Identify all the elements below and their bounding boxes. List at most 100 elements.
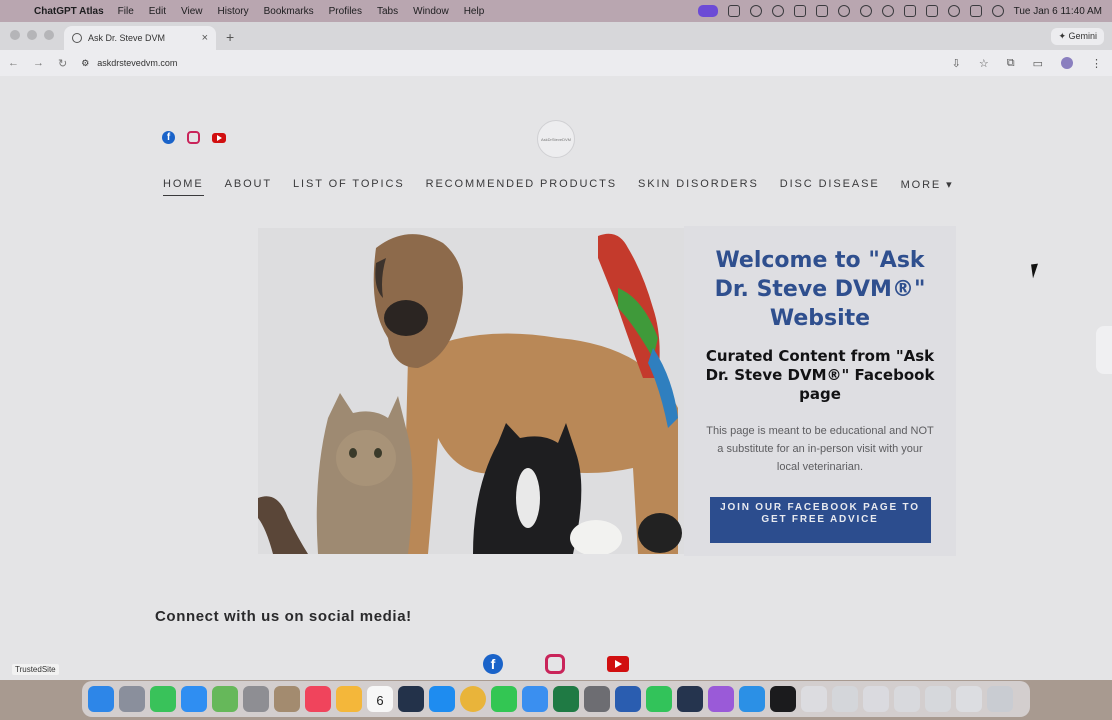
profile-avatar[interactable]	[1061, 57, 1073, 69]
minimize-window-button[interactable]	[27, 30, 37, 40]
control-center-icon[interactable]	[969, 5, 982, 17]
tab-title: Ask Dr. Steve DVM	[88, 33, 166, 43]
window-3-icon[interactable]	[863, 686, 889, 712]
search-icon[interactable]	[947, 5, 960, 17]
sparkle-icon[interactable]	[837, 5, 850, 17]
messages-icon[interactable]	[491, 686, 517, 712]
trash-icon[interactable]	[987, 686, 1013, 712]
safari-icon[interactable]	[429, 686, 455, 712]
facetime-icon[interactable]	[150, 686, 176, 712]
menu-history[interactable]: History	[218, 6, 249, 17]
url-text: askdrstevedvm.com	[97, 58, 178, 68]
music-icon[interactable]	[305, 686, 331, 712]
macos-dock: 6	[82, 681, 1030, 717]
more-menu-icon[interactable]: ⋮	[1091, 57, 1102, 70]
menu-window[interactable]: Window	[413, 6, 449, 17]
menu-help[interactable]: Help	[464, 6, 485, 17]
settings-icon[interactable]	[243, 686, 269, 712]
whatsapp-icon[interactable]	[646, 686, 672, 712]
app-menu[interactable]: ChatGPT Atlas	[34, 6, 104, 17]
trustedsite-badge[interactable]: TrustedSite	[12, 664, 59, 675]
telegram-icon[interactable]	[398, 686, 424, 712]
bookmark-star-icon[interactable]: ☆	[979, 57, 989, 70]
nav-about[interactable]: ABOUT	[225, 178, 272, 196]
instagram-icon[interactable]	[187, 131, 200, 144]
window-1-icon[interactable]	[801, 686, 827, 712]
menu-tabs[interactable]: Tabs	[377, 6, 398, 17]
nav-home[interactable]: HOME	[163, 178, 204, 196]
new-tab-button[interactable]: +	[226, 29, 234, 45]
window-controls	[0, 30, 64, 50]
chat-widget-tab[interactable]	[1096, 326, 1112, 374]
address-bar-row: ← → ↻ ⚙ askdrstevedvm.com ⇩ ☆ ⧉ ▭ ⋮	[0, 50, 1112, 76]
back-icon[interactable]: ←	[8, 57, 19, 69]
window-manager-icon[interactable]	[793, 5, 806, 17]
contacts-icon[interactable]	[274, 686, 300, 712]
nav-recommended-products[interactable]: RECOMMENDED PRODUCTS	[426, 178, 617, 196]
screen-record-icon[interactable]	[697, 5, 718, 17]
menu-view[interactable]: View	[181, 6, 203, 17]
facebook-icon[interactable]: f	[483, 654, 503, 674]
gemini-button[interactable]: ✦ Gemini	[1051, 28, 1104, 45]
connect-heading: Connect with us on social media!	[155, 608, 412, 625]
calculator-icon[interactable]	[584, 686, 610, 712]
window-4-icon[interactable]	[894, 686, 920, 712]
menu-profiles[interactable]: Profiles	[329, 6, 362, 17]
chatgpt-status-icon[interactable]	[749, 5, 762, 17]
site-logo[interactable]: AskDrSteveDVM	[537, 120, 575, 158]
window-2-icon[interactable]	[832, 686, 858, 712]
join-facebook-button[interactable]: JOIN OUR FACEBOOK PAGE TO GET FREE ADVIC…	[709, 497, 931, 543]
window-5-icon[interactable]	[925, 686, 951, 712]
menu-file[interactable]: File	[118, 6, 134, 17]
calendar-icon[interactable]: 6	[367, 686, 393, 712]
close-tab-icon[interactable]: ×	[202, 32, 208, 44]
install-app-icon[interactable]: ⇩	[952, 57, 961, 70]
extension-status-icon[interactable]	[815, 5, 828, 17]
chatgpt-icon[interactable]	[770, 686, 796, 712]
status-app-icon[interactable]	[727, 5, 740, 17]
status-area: Tue Jan 6 11:40 AM	[697, 0, 1102, 22]
window-6-icon[interactable]	[956, 686, 982, 712]
moon-icon[interactable]	[859, 5, 872, 17]
siri-icon[interactable]	[991, 5, 1004, 17]
nav-disc-disease[interactable]: DISC DISEASE	[780, 178, 880, 196]
chrome-status-icon[interactable]	[771, 5, 784, 17]
play-icon[interactable]	[881, 5, 894, 17]
menu-bookmarks[interactable]: Bookmarks	[264, 6, 314, 17]
site-info-icon[interactable]: ⚙	[81, 58, 89, 69]
side-panel-icon[interactable]: ▭	[1033, 57, 1043, 70]
menu-clock[interactable]: Tue Jan 6 11:40 AM	[1014, 6, 1102, 17]
instagram-icon[interactable]	[545, 654, 565, 674]
tab-ask-dr-steve[interactable]: Ask Dr. Steve DVM ×	[64, 26, 216, 50]
chrome-icon[interactable]	[460, 686, 486, 712]
mail-icon[interactable]	[522, 686, 548, 712]
podcasts-icon[interactable]	[708, 686, 734, 712]
display-icon[interactable]	[903, 5, 916, 17]
extensions-icon[interactable]: ⧉	[1007, 57, 1015, 70]
zoom-window-button[interactable]	[44, 30, 54, 40]
telegram-alt-icon[interactable]	[677, 686, 703, 712]
nav-more[interactable]: MORE ▾	[901, 178, 954, 196]
nav-skin-disorders[interactable]: SKIN DISORDERS	[638, 178, 759, 196]
youtube-icon[interactable]	[212, 133, 226, 143]
q-app-icon[interactable]	[739, 686, 765, 712]
globe-icon	[72, 33, 82, 43]
reload-icon[interactable]: ↻	[58, 57, 67, 70]
menu-edit[interactable]: Edit	[149, 6, 166, 17]
welcome-panel: Welcome to "Ask Dr. Steve DVM®" Website …	[684, 226, 956, 556]
word-icon[interactable]	[615, 686, 641, 712]
photos-icon[interactable]	[336, 686, 362, 712]
app-store-icon[interactable]	[181, 686, 207, 712]
welcome-title: Welcome to "Ask Dr. Steve DVM®" Website	[714, 248, 926, 331]
close-window-button[interactable]	[10, 30, 20, 40]
facebook-icon[interactable]: f	[162, 131, 175, 144]
battery-icon[interactable]	[925, 5, 938, 17]
address-bar[interactable]: ⚙ askdrstevedvm.com	[81, 58, 177, 69]
finder-icon[interactable]	[88, 686, 114, 712]
excel-icon[interactable]	[553, 686, 579, 712]
youtube-icon[interactable]	[607, 656, 629, 672]
maps-icon[interactable]	[212, 686, 238, 712]
forward-icon[interactable]: →	[33, 57, 44, 69]
launchpad-icon[interactable]	[119, 686, 145, 712]
nav-list-of-topics[interactable]: LIST OF TOPICS	[293, 178, 405, 196]
